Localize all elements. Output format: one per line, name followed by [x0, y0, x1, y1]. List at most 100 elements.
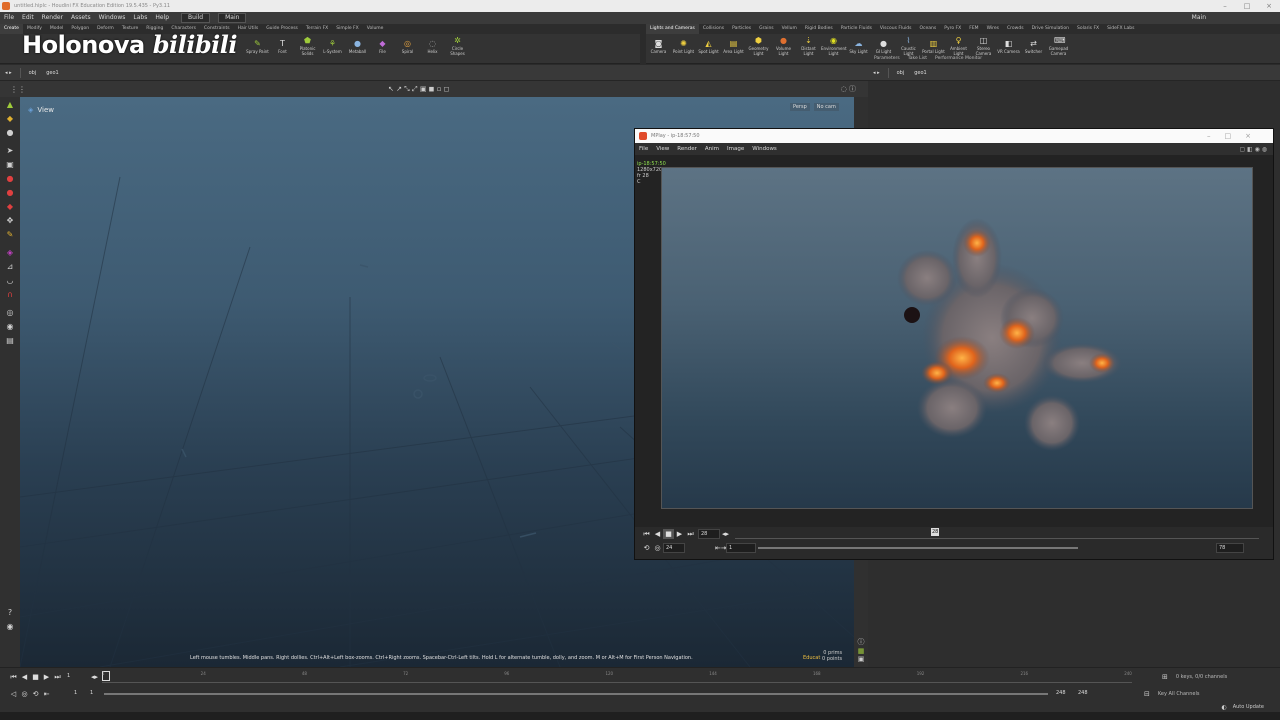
shelf-tab-simple-fx[interactable]: Simple FX: [332, 24, 362, 34]
mplay-range-slider[interactable]: [758, 547, 1078, 549]
shelf-tab-collisions[interactable]: Collisions: [699, 24, 728, 34]
tool-helix[interactable]: ◌ Helix: [420, 37, 445, 54]
mplay-step-icon[interactable]: ◂▸: [720, 529, 731, 539]
mplay-menu-render[interactable]: Render: [673, 143, 701, 155]
tool-platonic-solids[interactable]: ⬟ Platonic Solids: [295, 34, 320, 56]
auto-update-button[interactable]: Auto Update: [1233, 704, 1264, 710]
mplay-menu-view[interactable]: View: [652, 143, 673, 155]
snapping-magnet-icon[interactable]: ∩: [4, 289, 16, 301]
view-tools-icons[interactable]: ↖ ↗ ⤡ ⤢ ▣ ◼ ▫ ◻: [388, 85, 450, 94]
start-frame-field[interactable]: 1: [72, 689, 88, 699]
mplay-play-icon[interactable]: ▶: [674, 529, 685, 539]
mplay-loop-icon[interactable]: ⟲: [641, 543, 652, 553]
lock-icon[interactable]: ▣: [4, 159, 16, 171]
tool-spray-paint[interactable]: ✎ Spray Paint: [245, 37, 270, 54]
tab-take-list[interactable]: Take List: [904, 56, 931, 61]
mplay-fps-field[interactable]: 24: [663, 543, 685, 553]
measure-icon[interactable]: ⊿: [4, 261, 16, 273]
range-slider[interactable]: [104, 693, 1048, 695]
tool-circle-shapes[interactable]: ✲ Circle Shapes: [445, 34, 470, 56]
pose-icon[interactable]: ●: [4, 127, 16, 139]
tool-file[interactable]: ◆ File: [370, 37, 395, 54]
tool-l-system[interactable]: ⚘ L-System: [320, 37, 345, 54]
tool-metaball[interactable]: ● Metaball: [345, 37, 370, 54]
audio-icon[interactable]: ◁: [8, 689, 19, 699]
select-icon[interactable]: ▲: [4, 99, 16, 111]
menu-render[interactable]: Render: [38, 12, 67, 24]
tool-switcher[interactable]: ⇄ Switcher: [1021, 37, 1046, 54]
mplay-menu-image[interactable]: Image: [723, 143, 748, 155]
menu-help[interactable]: Help: [151, 12, 173, 24]
transform-icon[interactable]: ✥: [4, 215, 16, 227]
shelf-tab-oceans[interactable]: Oceans: [916, 24, 941, 34]
record-icon[interactable]: ●: [4, 173, 16, 185]
desktop-build-select[interactable]: Build: [181, 13, 211, 23]
tool-spot-light[interactable]: ◭ Spot Light: [696, 37, 721, 54]
tool-stereo-camera[interactable]: ◫ Stereo Camera: [971, 34, 996, 56]
range-icon[interactable]: ⇤: [41, 689, 52, 699]
tool-distant-light[interactable]: ⇣ Distant Light: [796, 34, 821, 56]
mplay-menu-anim[interactable]: Anim: [701, 143, 723, 155]
grid-toggle-icon[interactable]: ▦: [854, 647, 868, 655]
key-all-channels-button[interactable]: Key All Channels: [1158, 691, 1200, 697]
stop-icon[interactable]: ■: [30, 672, 41, 682]
menu-assets[interactable]: Assets: [67, 12, 95, 24]
magnet-icon[interactable]: ◆: [4, 201, 16, 213]
path-geo1[interactable]: geo1: [41, 65, 64, 81]
channel-icon[interactable]: ⊟: [1144, 690, 1150, 698]
tool-gamepad-camera[interactable]: ⌨ Gamepad Camera: [1046, 34, 1071, 56]
play-reverse-icon[interactable]: ◀: [19, 672, 30, 682]
paint-icon[interactable]: ◈: [4, 247, 16, 259]
shelf-tab-hair-utils[interactable]: Hair Utils: [234, 24, 263, 34]
mplay-first-frame-icon[interactable]: ⏮: [641, 529, 652, 539]
viewport-options-icon[interactable]: ◌ ⓘ: [841, 84, 856, 94]
tab-parameters[interactable]: Parameters: [870, 56, 904, 61]
realtime-icon[interactable]: ◎: [19, 689, 30, 699]
shelf-tab-sidefx-labs[interactable]: SideFX Labs: [1103, 24, 1138, 34]
shelf-tab-particles[interactable]: Particles: [728, 24, 755, 34]
shelf-tab-viscous-fluids[interactable]: Viscous Fluids: [876, 24, 916, 34]
display-options-icon[interactable]: ▣: [854, 655, 868, 663]
info-icon[interactable]: ⓘ: [854, 637, 868, 647]
playback-end-field[interactable]: 248: [1054, 689, 1076, 699]
shelf-tab-pyro-fx[interactable]: Pyro FX: [940, 24, 965, 34]
tool-spiral[interactable]: ◎ Spiral: [395, 37, 420, 54]
shelf-tab-guide-process[interactable]: Guide Process: [262, 24, 302, 34]
mplay-range-icon[interactable]: ⇤⇥: [715, 543, 727, 553]
shelf-tab-crowds[interactable]: Crowds: [1003, 24, 1028, 34]
shelf-tab-volume[interactable]: Volume: [363, 24, 388, 34]
tool-ambient-light[interactable]: ♀ Ambient Light: [946, 34, 971, 56]
params-path-geo1[interactable]: geo1: [909, 65, 932, 81]
mplay-last-frame-icon[interactable]: ⏭: [685, 529, 696, 539]
playback-start-field[interactable]: 1: [88, 689, 104, 699]
mplay-range-end[interactable]: 78: [1216, 543, 1244, 553]
mplay-frame-field[interactable]: 28: [698, 529, 720, 539]
back-icon[interactable]: ◂ ▸: [0, 65, 17, 81]
mplay-menu-file[interactable]: File: [635, 143, 652, 155]
display-icon[interactable]: ◎: [4, 307, 16, 319]
tool-area-light[interactable]: ▤ Area Light: [721, 37, 746, 54]
mplay-stop-icon[interactable]: ■: [663, 529, 674, 539]
path-obj[interactable]: obj: [24, 65, 42, 81]
brush-tool-icon[interactable]: ✎: [4, 229, 16, 241]
arrow-icon[interactable]: ➤: [4, 145, 16, 157]
visibility-icon[interactable]: ▤: [4, 335, 16, 347]
shelf-tab-particle-fluids[interactable]: Particle Fluids: [837, 24, 876, 34]
play-icon[interactable]: ▶: [41, 672, 52, 682]
step-icons[interactable]: ◂▸: [89, 672, 100, 682]
shelf-tab-grains[interactable]: Grains: [755, 24, 778, 34]
shelf-tab-drive-simulation[interactable]: Drive Simulation: [1028, 24, 1073, 34]
tab-performance-monitor[interactable]: Performance Monitor: [931, 56, 986, 61]
minimize-icon[interactable]: –: [1214, 0, 1236, 12]
current-frame-field[interactable]: 1: [65, 672, 89, 682]
maximize-icon[interactable]: □: [1236, 0, 1258, 12]
menu-labs[interactable]: Labs: [129, 12, 151, 24]
mplay-range-start[interactable]: 1: [726, 543, 756, 553]
tool-font[interactable]: T Font: [270, 37, 295, 54]
mplay-menu-windows[interactable]: Windows: [748, 143, 781, 155]
shelf-tab-create[interactable]: Create: [0, 24, 23, 34]
viewport-view-label[interactable]: ◈ View: [28, 106, 54, 114]
params-path-obj[interactable]: obj: [892, 65, 910, 81]
eye-icon[interactable]: ◉: [4, 621, 16, 633]
tool-portal-light[interactable]: ▥ Portal Light: [921, 37, 946, 54]
